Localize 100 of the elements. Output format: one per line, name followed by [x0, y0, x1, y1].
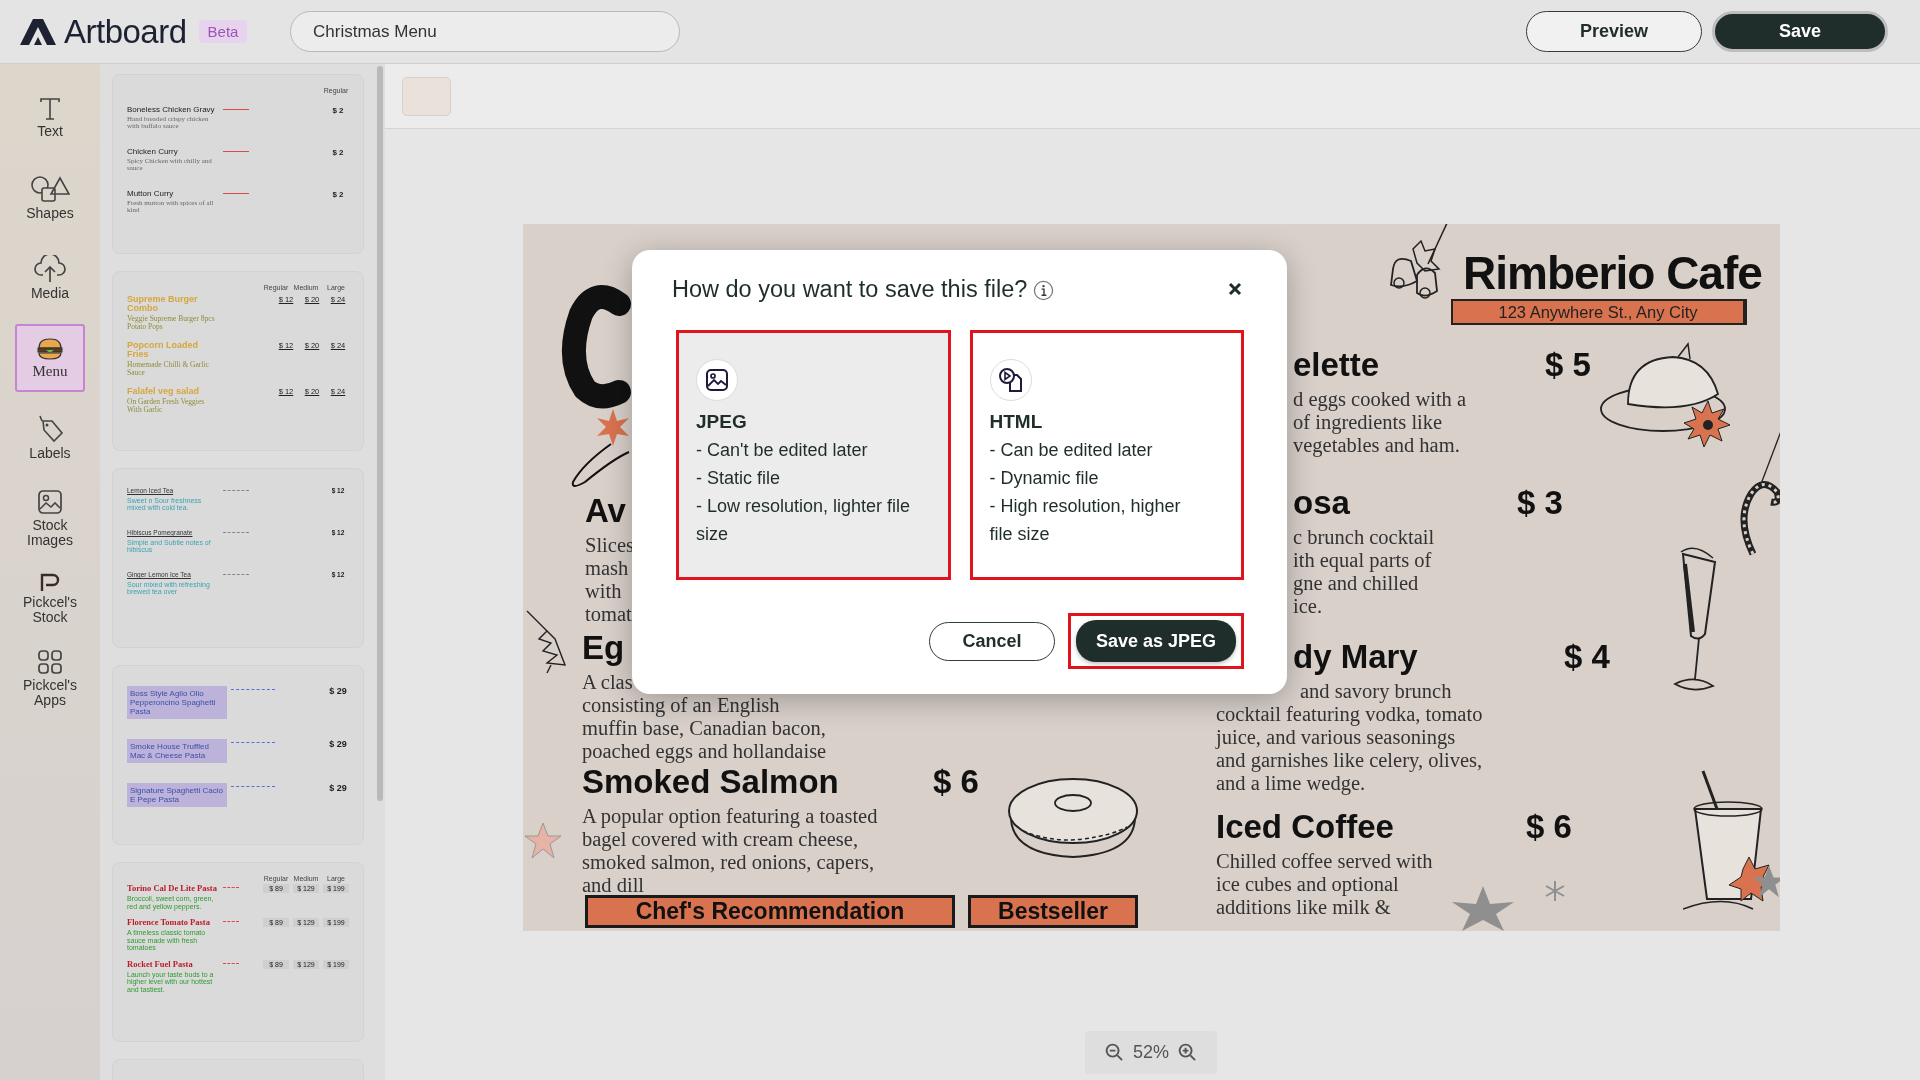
leader-line	[231, 689, 275, 690]
leader-line	[223, 109, 249, 110]
burger-icon	[36, 337, 64, 361]
template-item-name: Supreme Burger Combo	[127, 295, 199, 313]
tool-button[interactable]: Media	[15, 244, 85, 312]
letter-t-icon	[38, 97, 62, 121]
template-item-name: Rocket Fuel Pasta	[127, 959, 194, 969]
menu-template-card[interactable]: Boss Style Aglio Olio Pepperoncino Spaghetti Pasta $ 29 Smoke House Truffled Mac & Cheese Pasta $ 29 Signature Spaghetti Cacio E Pepe Pasta $ 29	[112, 665, 364, 845]
star-drawing	[523, 821, 563, 861]
save-as-button[interactable]: Save as JPEG	[1076, 620, 1236, 662]
app-logo: Artboard	[64, 12, 187, 51]
leader-line	[223, 490, 249, 491]
star-drawing	[1751, 864, 1780, 900]
format-title: JPEG	[696, 410, 748, 434]
template-item-name: Chicken Curry	[127, 148, 179, 156]
tool-button[interactable]: Pickcel's Apps	[15, 644, 85, 712]
menu-item-name: Iced Coffee	[1216, 808, 1395, 846]
cloud-upload-icon	[34, 255, 66, 283]
menu-item-price: $ 6	[1526, 808, 1572, 846]
leader-line	[231, 786, 275, 787]
image-icon	[37, 488, 63, 515]
format-feature: - Low resolution, lighter file size	[696, 495, 911, 546]
zoom-in-icon[interactable]	[1178, 1043, 1197, 1062]
menu-item-price: $ 5	[1545, 346, 1591, 384]
cafe-name: Rimberio Cafe	[1463, 246, 1762, 300]
template-item-name: Falafel veg salad	[127, 387, 201, 396]
p-shape-icon	[38, 571, 62, 592]
menu-item-description: c brunch cocktail ith equal parts of gne and chilled ice.	[1293, 526, 1435, 618]
template-item-name: Boneless Chicken Gravy	[127, 106, 216, 114]
format-title: HTML	[989, 410, 1044, 434]
menu-banner: Bestseller	[968, 895, 1138, 928]
menu-item-name: elette	[1293, 346, 1381, 384]
grid-icon	[37, 648, 63, 675]
menu-item-price: $ 3	[1517, 484, 1563, 522]
scrollbar[interactable]	[377, 66, 383, 801]
zoom-level: 52%	[1133, 1042, 1169, 1063]
format-option-card[interactable]: HTML - Can be edited later - Dynamic file - High resolution, higher file size	[969, 330, 1244, 580]
tool-button[interactable]: Menu	[15, 324, 85, 392]
tool-button[interactable]: Shapes	[15, 164, 85, 232]
preview-button[interactable]: Preview	[1526, 11, 1702, 52]
save-button[interactable]: Save	[1712, 11, 1888, 52]
menu-item-name: Smoked Salmon	[582, 763, 840, 801]
image-icon	[705, 368, 729, 392]
menu-item-name: dy Mary	[1293, 638, 1419, 676]
address-banner: 123 Anywhere St., Any City	[1451, 299, 1747, 325]
menu-item-description: A popular option featuring a toasted bagel covered with cream cheese, smoked salmon, red onions, capers, and dill	[582, 805, 878, 897]
color-swatch[interactable]	[402, 76, 451, 116]
tool-button[interactable]: Labels	[15, 404, 85, 472]
info-icon[interactable]	[1033, 279, 1055, 301]
menu-item-price: $ 4	[1564, 638, 1610, 676]
menu-item-description: and savory brunch cocktail featuring vodka, tomato juice, and various seasonings and garnishes like celery, olives, and a lime wedge.	[1216, 680, 1483, 795]
template-price: $ 2	[331, 106, 345, 115]
format-feature: - Can't be edited later	[696, 439, 869, 462]
dialog-title: How do you want to save this file?	[672, 275, 1028, 303]
template-item-name: Smoke House Truffled Mac & Cheese Pasta	[127, 739, 227, 763]
tool-button[interactable]: Text	[15, 84, 85, 152]
tool-button[interactable]: Stock Images	[15, 484, 85, 552]
menu-item-description: A clas consisting of an English muffin base, Canadian bacon, poached eggs and hollandaise	[582, 671, 827, 763]
cancel-button[interactable]: Cancel	[929, 621, 1055, 661]
asterisk-drawing	[1543, 879, 1567, 903]
leader-line	[223, 532, 249, 533]
leader-line	[223, 887, 239, 888]
template-item-name: Mutton Curry	[127, 190, 175, 198]
tag-icon	[36, 415, 64, 443]
leader-line	[223, 151, 249, 152]
menu-item-description: Slices mash with tomat	[585, 534, 634, 626]
template-item-name: Signature Spaghetti Cacio E Pepe Pasta	[127, 783, 227, 807]
format-option-card[interactable]: JPEG - Can't be edited later - Static file - Low resolution, lighter file size	[676, 330, 951, 580]
leader-line	[223, 962, 239, 964]
menu-item-name: Eg	[582, 629, 626, 667]
format-feature: - Can be edited later	[989, 439, 1154, 462]
logo-icon	[20, 18, 56, 45]
leader-line	[223, 193, 249, 194]
close-button[interactable]	[1226, 280, 1244, 298]
leader-line	[223, 921, 239, 922]
template-item-name: Popcorn Loaded Fries	[127, 341, 199, 359]
template-item-name: Florence Tomato Pasta	[127, 918, 211, 927]
template-price: $ 29	[328, 739, 348, 749]
leader-line	[223, 574, 249, 575]
tool-button[interactable]: Pickcel's Stock	[15, 564, 85, 632]
beta-badge: Beta	[198, 20, 248, 43]
menu-item-name: Av	[585, 492, 627, 530]
template-item-name: Boss Style Aglio Olio Pepperoncino Spaghetti Pasta	[127, 686, 227, 719]
template-item-name: Torino Cal De Lite Pasta	[127, 884, 218, 893]
template-price: $ 29	[328, 783, 348, 793]
format-feature: - Dynamic file	[989, 467, 1100, 490]
menu-template-card[interactable]	[112, 862, 364, 1042]
format-feature: - Static file	[696, 467, 782, 490]
menu-banner: Chef's Recommendation	[585, 895, 955, 928]
menu-item-description: Chilled coffee served with ice cubes and optional additions like milk &	[1216, 850, 1433, 919]
shapes-icon	[30, 175, 70, 203]
template-price: $ 2	[331, 190, 345, 199]
document-title-field[interactable]: Christmas Menu	[290, 11, 680, 52]
zoom-out-icon[interactable]	[1105, 1043, 1124, 1062]
leader-line	[231, 742, 275, 743]
template-price: $ 2	[331, 148, 345, 157]
format-feature: - High resolution, higher file size	[989, 495, 1182, 546]
play-document-icon	[997, 367, 1024, 393]
menu-item-price: $ 6	[933, 763, 979, 801]
close-icon	[1228, 282, 1242, 296]
